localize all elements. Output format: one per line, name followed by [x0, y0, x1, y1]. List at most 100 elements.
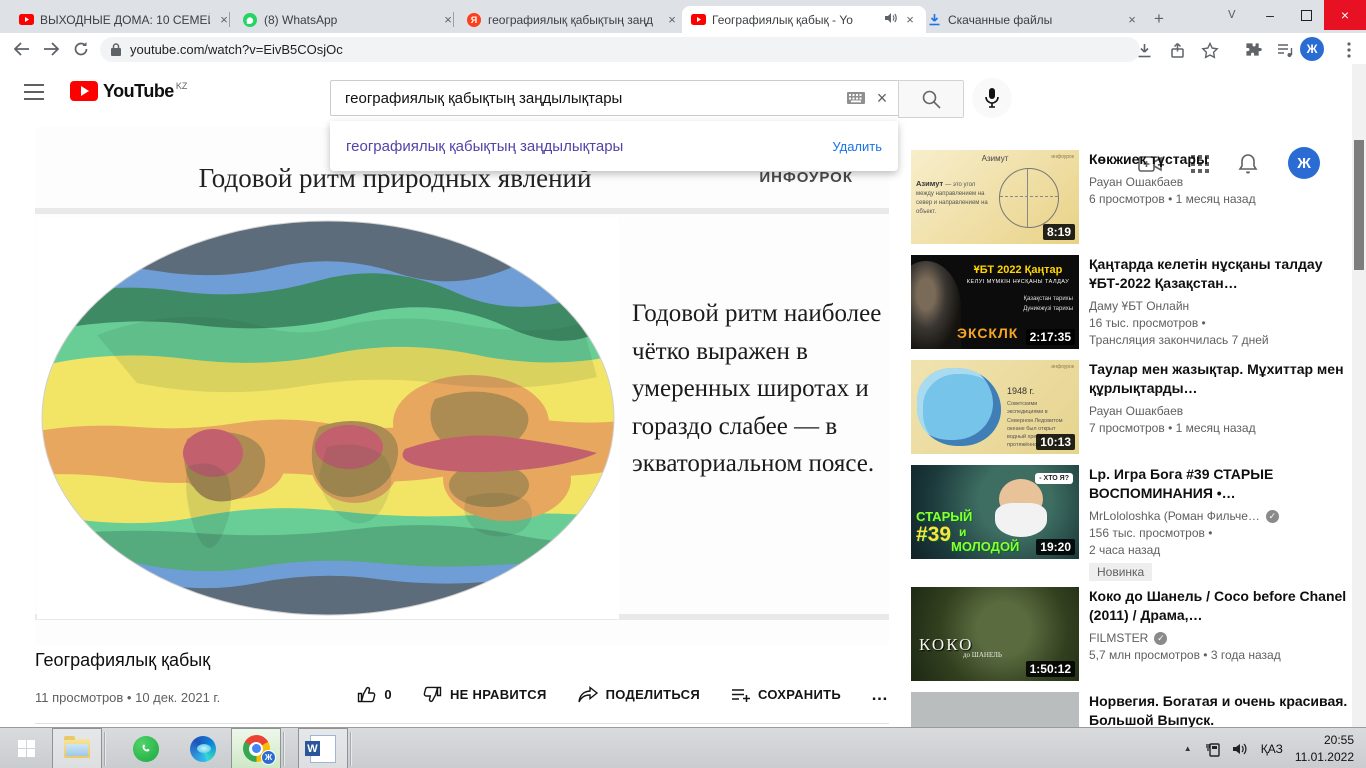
- tab-downloads[interactable]: Скачанные файлы ×: [918, 6, 1148, 33]
- video-thumbnail[interactable]: ҰБТ 2022 Қаңтар КЕЛУІ МҮМКІН НҰСҚАНЫ ТАЛ…: [911, 255, 1079, 349]
- video-thumbnail[interactable]: инфоурок 1948 г. Советскими экспедициями…: [911, 360, 1079, 454]
- duration-badge: 19:20: [1036, 539, 1075, 555]
- voice-search-mic-button[interactable]: [972, 78, 1012, 118]
- taskbar-separator: [104, 731, 105, 766]
- channel-name[interactable]: FILMSTER ✓: [1089, 631, 1351, 645]
- forward-button[interactable]: [36, 35, 66, 63]
- video-meta: 7 просмотров • 1 месяц назад: [1089, 421, 1256, 435]
- video-thumbnail[interactable]: - ХТО Я? СТАРЫЙ #39 и МОЛОДОЙ 19:20: [911, 465, 1079, 559]
- taskbar-chrome-active[interactable]: Ж: [231, 728, 281, 768]
- share-icon[interactable]: [1164, 37, 1190, 63]
- related-video-title[interactable]: Lp. Игра Бога #39 СТАРЫЕ ВОСПОМИНАНИЯ •…: [1089, 465, 1351, 503]
- browser-tab-strip: ВЫХОДНЫЕ ДОМА: 10 СЕМЕЙ × (8) WhatsApp ×…: [0, 0, 1366, 33]
- youtube-search-box[interactable]: ×: [330, 80, 899, 116]
- channel-name[interactable]: Рауан Ошакбаев: [1089, 175, 1351, 189]
- network-icon[interactable]: [1201, 741, 1227, 757]
- tab-close-icon[interactable]: ×: [902, 12, 918, 28]
- more-actions-button[interactable]: …: [871, 685, 889, 705]
- browser-menu-kebab-icon[interactable]: [1336, 37, 1362, 63]
- tab-audio-icon[interactable]: [884, 12, 897, 27]
- window-minimize-button[interactable]: –: [1252, 0, 1288, 30]
- browser-profile-avatar[interactable]: Ж: [1300, 37, 1324, 61]
- channel-name[interactable]: Даму ҰБТ Онлайн: [1089, 299, 1351, 313]
- search-button[interactable]: [898, 80, 964, 118]
- sphere-diagram: [999, 168, 1059, 228]
- related-video-item[interactable]: ҰБТ 2022 Қаңтар КЕЛУІ МҮМКІН НҰСҚАНЫ ТАЛ…: [911, 255, 1351, 349]
- new-tab-button[interactable]: +: [1146, 6, 1172, 32]
- windows-logo-icon: [17, 740, 35, 757]
- extensions-puzzle-icon[interactable]: [1240, 37, 1266, 63]
- window-close-button[interactable]: ×: [1324, 0, 1366, 30]
- taskbar-file-explorer[interactable]: [52, 728, 102, 768]
- video-meta: 156 тыс. просмотров •: [1089, 526, 1213, 540]
- related-video-title[interactable]: Таулар мен жазықтар. Мұхиттар мен құрлық…: [1089, 360, 1351, 398]
- tab-whatsapp[interactable]: (8) WhatsApp ×: [234, 6, 464, 33]
- url-text: youtube.com/watch?v=EivB5COsjOc: [130, 42, 343, 57]
- start-button[interactable]: [0, 728, 52, 768]
- keyboard-icon[interactable]: [843, 85, 869, 111]
- video-meta: 2 часа назад: [1089, 543, 1161, 557]
- youtube-favicon-icon: [18, 12, 34, 28]
- tab-youtube-active[interactable]: Географиялық қабық - Yo ×: [682, 6, 926, 33]
- character-beard: [995, 503, 1047, 537]
- download-favicon-icon: [926, 12, 942, 28]
- video-thumbnail[interactable]: КОКО до ШАНЕЛЬ 1:50:12: [911, 587, 1079, 681]
- tab-vyhodnye-doma[interactable]: ВЫХОДНЫЕ ДОМА: 10 СЕМЕЙ ×: [10, 6, 240, 33]
- reload-button[interactable]: [66, 35, 96, 63]
- new-badge: Новинка: [1089, 563, 1153, 581]
- related-video-title[interactable]: Қаңтарда келетін нұсқаны талдау ҰБТ-2022…: [1089, 255, 1351, 293]
- taskbar-edge[interactable]: [175, 728, 231, 768]
- hamburger-menu-icon[interactable]: [24, 84, 44, 100]
- window-restore-button[interactable]: [1288, 0, 1324, 30]
- address-bar[interactable]: youtube.com/watch?v=EivB5COsjOc: [100, 37, 1140, 62]
- related-video-title[interactable]: Норвегия. Богатая и очень красивая. Боль…: [1089, 692, 1351, 730]
- taskbar-clock[interactable]: 20:55 11.01.2022: [1295, 732, 1354, 764]
- search-suggestion-row[interactable]: географиялық қабықтың заңдылықтары Удали…: [330, 129, 898, 163]
- presenter-silhouette: [911, 261, 961, 349]
- tray-expand-icon[interactable]: ▲: [1175, 744, 1201, 753]
- save-button[interactable]: СОХРАНИТЬ: [730, 686, 841, 704]
- related-video-item[interactable]: инфоурок 1948 г. Советскими экспедициями…: [911, 360, 1351, 454]
- folder-icon: [64, 736, 90, 758]
- related-video-item[interactable]: КОКО до ШАНЕЛЬ 1:50:12 Коко до Шанель / …: [911, 587, 1351, 681]
- tab-close-icon[interactable]: ×: [1124, 12, 1140, 28]
- page-scrollbar[interactable]: [1352, 64, 1366, 727]
- tab-separator: [453, 12, 454, 27]
- media-controls-icon[interactable]: [1272, 37, 1298, 63]
- channel-name[interactable]: Рауан Ошакбаев: [1089, 404, 1351, 418]
- download-icon[interactable]: [1131, 37, 1157, 63]
- verified-badge-icon: ✓: [1265, 509, 1279, 523]
- bookmark-star-icon[interactable]: [1197, 37, 1223, 63]
- volume-icon[interactable]: [1227, 741, 1253, 757]
- edge-icon: [190, 735, 216, 762]
- dislike-button[interactable]: НЕ НРАВИТСЯ: [422, 684, 547, 705]
- like-button[interactable]: 0: [356, 684, 392, 705]
- related-video-title[interactable]: Көкжиек тұстары: [1089, 150, 1351, 169]
- related-video-item[interactable]: - ХТО Я? СТАРЫЙ #39 и МОЛОДОЙ 19:20 Lp. …: [911, 465, 1351, 581]
- taskbar-whatsapp[interactable]: [117, 728, 175, 768]
- youtube-logo[interactable]: YouTube KZ: [70, 81, 187, 101]
- tab-close-icon[interactable]: ×: [664, 12, 680, 28]
- share-button[interactable]: ПОДЕЛИТЬСЯ: [577, 685, 700, 704]
- suggestion-delete-link[interactable]: Удалить: [832, 139, 882, 154]
- yandex-favicon-icon: Я: [466, 12, 482, 28]
- taskbar-word[interactable]: W: [298, 728, 348, 768]
- scrollbar-thumb[interactable]: [1354, 140, 1364, 270]
- tab-yandex-search[interactable]: Я географиялық қабықтың заңд ×: [458, 6, 688, 33]
- search-input[interactable]: [343, 88, 843, 108]
- tab-title: (8) WhatsApp: [264, 12, 338, 27]
- related-video-title[interactable]: Коко до Шанель / Coco before Chanel (201…: [1089, 587, 1351, 625]
- back-button[interactable]: [6, 35, 36, 63]
- clear-search-icon[interactable]: ×: [869, 85, 895, 111]
- tab-search-chevron-icon[interactable]: ᐯ: [1228, 8, 1236, 21]
- tab-separator: [229, 12, 230, 27]
- duration-badge: 8:19: [1042, 224, 1075, 240]
- verified-badge-icon: ✓: [1154, 631, 1168, 645]
- related-video-item[interactable]: Азимут инфоурок Азимут — это угол между …: [911, 150, 1351, 244]
- video-thumbnail[interactable]: Азимут инфоурок Азимут — это угол между …: [911, 150, 1079, 244]
- channel-name[interactable]: MrLololoshka (Роман Фильче… ✓: [1089, 509, 1351, 523]
- taskbar-separator: [283, 731, 284, 766]
- video-player[interactable]: Годовой ритм природных явлений ИНФОУРОК: [35, 127, 889, 645]
- suggestion-text[interactable]: географиялық қабықтың заңдылықтары: [346, 138, 832, 155]
- language-indicator[interactable]: ҚАЗ: [1261, 742, 1283, 756]
